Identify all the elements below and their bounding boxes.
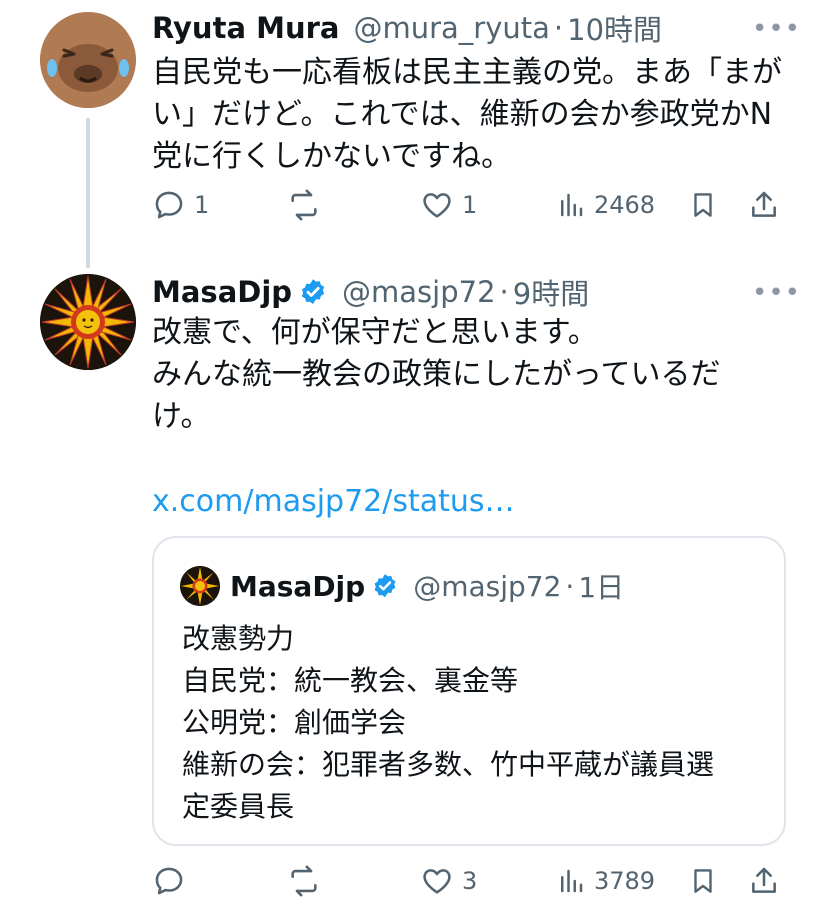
- thread-connector-line: [86, 118, 90, 268]
- repost-button[interactable]: [286, 864, 330, 898]
- text-line: 改憲勢力: [182, 622, 295, 655]
- post-time[interactable]: 9時間: [513, 271, 589, 313]
- views-chart-icon: [561, 193, 583, 217]
- author-handle[interactable]: @masjp72: [342, 275, 496, 309]
- text-line: 維新の会：犯罪者多数、竹中平蔵が議員選: [182, 748, 715, 781]
- author-handle[interactable]: @mura_ryuta: [353, 11, 549, 45]
- share-icon: [752, 191, 776, 217]
- tweet1-text: 自民党も一応看板は民主主義の党。まあ「まが い」だけど。これでは、維新の会か参政…: [152, 52, 782, 178]
- text-line: 自民党も一応看板は民主主義の党。まあ「まが: [152, 55, 782, 90]
- like-count: 1: [462, 191, 478, 219]
- header-separator: ·: [553, 11, 564, 45]
- views-button[interactable]: 2468: [556, 188, 655, 222]
- text-line: みんな統一教会の政策にしたがっているだ: [152, 357, 721, 392]
- tweet2-actions: 3 3789: [152, 864, 792, 904]
- quote-header: MasaDjp @masjp72 · 1日: [180, 566, 624, 606]
- reply-count: 1: [194, 191, 210, 219]
- view-count: 3789: [594, 867, 656, 895]
- like-count: 3: [462, 867, 478, 895]
- reply-button[interactable]: 1: [152, 188, 209, 222]
- heart-icon: [423, 193, 451, 218]
- bookmark-button[interactable]: [688, 188, 718, 222]
- like-button[interactable]: 1: [420, 188, 477, 222]
- tweet1-header: Ryuta Mura @mura_ryuta · 10時間: [152, 8, 662, 48]
- share-icon: [752, 867, 776, 893]
- more-options-icon[interactable]: •••: [752, 14, 801, 44]
- text-line: け。: [152, 399, 211, 434]
- verified-badge-icon: [374, 574, 396, 598]
- more-options-icon[interactable]: •••: [752, 278, 801, 308]
- reply-icon: [155, 191, 183, 219]
- author-name[interactable]: Ryuta Mura: [152, 11, 339, 45]
- text-line: 自民党：統一教会、裏金等: [182, 664, 519, 697]
- post-time[interactable]: 10時間: [567, 7, 662, 49]
- bookmark-icon: [694, 193, 712, 217]
- tweet2-header: MasaDjp @masjp72 · 9時間: [152, 272, 589, 312]
- sun-avatar-icon: [180, 566, 220, 606]
- views-chart-icon: [561, 869, 583, 893]
- bookmark-button[interactable]: [688, 864, 718, 898]
- text-line: 改憲で、何が保守だと思います。: [152, 315, 598, 350]
- like-button[interactable]: 3: [420, 864, 477, 898]
- status-link[interactable]: x.com/masjp72/status…: [152, 484, 515, 519]
- sun-avatar-icon: [40, 274, 136, 370]
- bookmark-icon: [694, 869, 712, 893]
- share-button[interactable]: [748, 188, 780, 222]
- view-count: 2468: [594, 191, 656, 219]
- share-button[interactable]: [748, 864, 780, 898]
- header-separator: ·: [499, 275, 509, 309]
- quote-author-name: MasaDjp: [230, 569, 366, 603]
- verified-badge-icon[interactable]: [298, 277, 328, 307]
- tweet2-text: 改憲で、何が保守だと思います。 みんな統一教会の政策にしたがっているだ け。: [152, 312, 721, 438]
- repost-icon: [291, 865, 317, 897]
- quote-time: 1日: [578, 571, 625, 604]
- heart-icon: [423, 869, 451, 894]
- repost-button[interactable]: [286, 188, 330, 222]
- text-line: 公明党：創価学会: [182, 706, 407, 739]
- avatar-ryuta-mura[interactable]: [40, 12, 136, 108]
- quoted-tweet-card[interactable]: MasaDjp @masjp72 · 1日 改憲勢力 自民党：統一教会、裏金等 …: [152, 536, 786, 846]
- text-line: い」だけど。これでは、維新の会か参政党かN: [152, 97, 773, 132]
- quote-avatar: [180, 566, 220, 606]
- quote-author-handle: @masjp72: [413, 569, 562, 603]
- quote-text: 改憲勢力 自民党：統一教会、裏金等 公明党：創価学会 維新の会：犯罪者多数、竹中…: [182, 618, 714, 828]
- bear-crying-avatar-icon: [40, 12, 136, 108]
- repost-icon: [291, 189, 317, 221]
- reply-button[interactable]: [152, 864, 194, 898]
- avatar-masadjp[interactable]: [40, 274, 136, 370]
- reply-icon: [155, 867, 183, 895]
- tweet1-actions: 1 1 2468: [152, 188, 792, 228]
- author-name[interactable]: MasaDjp: [152, 275, 292, 309]
- views-button[interactable]: 3789: [556, 864, 655, 898]
- text-line: 定委員長: [182, 790, 295, 823]
- header-separator: ·: [565, 569, 575, 603]
- text-line: 党に行くしかないですね。: [152, 139, 512, 174]
